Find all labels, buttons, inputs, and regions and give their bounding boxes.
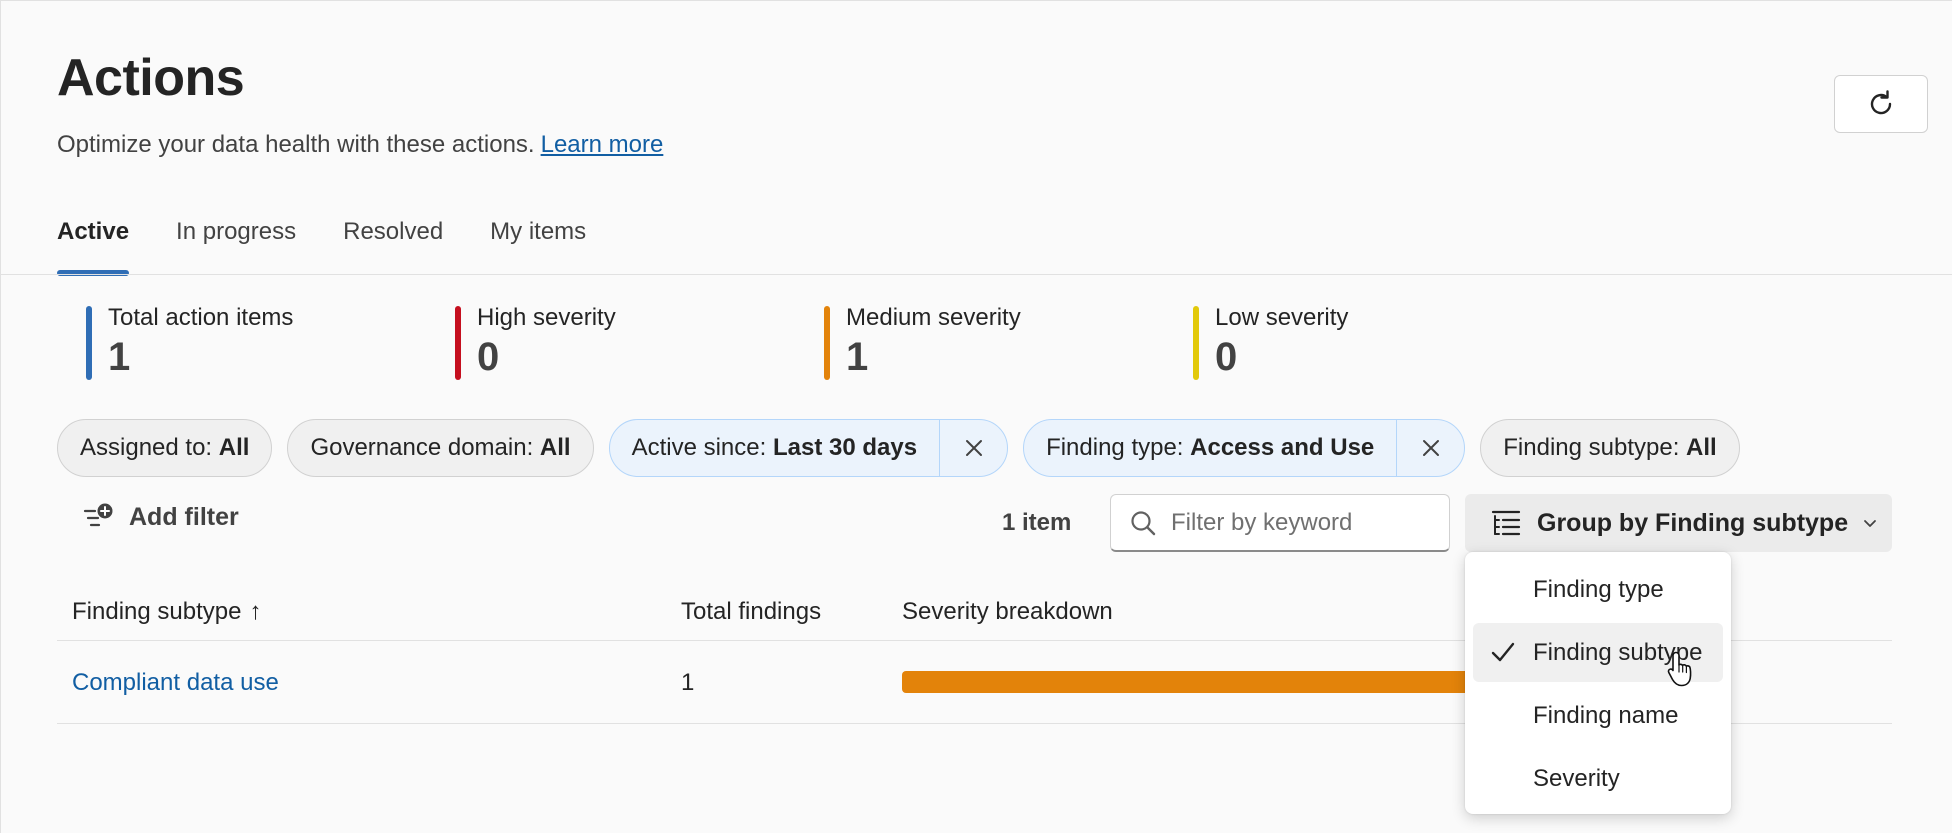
tab-list: Active In progress Resolved My items [57, 218, 633, 276]
stat-high-severity: High severity 0 [455, 304, 824, 380]
search-input[interactable] [1171, 508, 1431, 537]
menu-item-finding-type[interactable]: Finding type [1473, 560, 1723, 619]
learn-more-link[interactable]: Learn more [541, 131, 664, 158]
stat-bar [824, 306, 830, 380]
total-findings-cell: 1 [681, 669, 695, 696]
stat-label: Medium severity [846, 304, 1021, 331]
add-filter-label: Add filter [129, 502, 239, 531]
severity-bar-medium [902, 671, 1502, 693]
stat-label: Total action items [108, 304, 294, 331]
stat-total-action-items: Total action items 1 [86, 304, 455, 380]
refresh-icon [1870, 90, 1892, 115]
column-header-total-findings[interactable]: Total findings [681, 598, 821, 626]
stat-value: 1 [108, 335, 131, 379]
hand-pointer-cursor-icon [1667, 651, 1692, 687]
filter-text: Active since: Last 30 days [631, 434, 918, 461]
summary-stats: Total action items 1 High severity 0 Med… [86, 304, 1562, 380]
sort-ascending-icon: ↑ [249, 598, 262, 625]
subtitle-text: Optimize your data health with these act… [57, 131, 535, 158]
filter-finding-type[interactable]: Finding type: Access and Use [1023, 419, 1466, 477]
stat-bar [86, 306, 92, 380]
column-header-finding-subtype[interactable]: Finding subtype ↑ [72, 598, 261, 626]
page-subtitle: Optimize your data health with these act… [57, 131, 663, 159]
filter-text: Finding type: Access and Use [1046, 434, 1375, 461]
checkmark-icon [1491, 642, 1515, 662]
add-filter-icon [83, 503, 113, 527]
filter-finding-subtype[interactable]: Finding subtype: All [1480, 419, 1740, 477]
chevron-down-icon [1864, 520, 1877, 527]
filter-text: Governance domain: All [310, 434, 571, 461]
tabs-divider [0, 274, 1952, 275]
stat-low-severity: Low severity 0 [1193, 304, 1562, 380]
tab-active[interactable]: Active [57, 218, 130, 276]
stat-bar [1193, 306, 1199, 380]
remove-filter-button[interactable] [1396, 420, 1464, 476]
close-icon [1422, 440, 1439, 456]
refresh-button[interactable] [1834, 75, 1928, 133]
stat-value: 1 [846, 335, 869, 379]
tab-my-items[interactable]: My items [490, 218, 586, 274]
search-icon [1131, 510, 1156, 535]
page-title: Actions [57, 49, 245, 107]
add-filter-button[interactable]: Add filter [83, 502, 239, 532]
stat-medium-severity: Medium severity 1 [824, 304, 1193, 380]
close-icon [965, 440, 982, 456]
filter-active-since[interactable]: Active since: Last 30 days [608, 419, 1009, 477]
remove-filter-button[interactable] [939, 420, 1007, 476]
group-list-icon [1491, 510, 1521, 536]
group-by-label: Group by Finding subtype [1537, 508, 1849, 537]
filter-assigned-to[interactable]: Assigned to: All [57, 419, 273, 477]
menu-item-finding-name[interactable]: Finding name [1473, 686, 1723, 745]
finding-subtype-link[interactable]: Compliant data use [72, 669, 279, 697]
filter-pills: Assigned to: All Governance domain: All … [57, 419, 1755, 477]
filter-text: Finding subtype: All [1503, 434, 1717, 461]
stat-label: Low severity [1215, 304, 1349, 331]
tab-resolved[interactable]: Resolved [343, 218, 443, 274]
stat-value: 0 [1215, 335, 1238, 379]
filter-text: Assigned to: All [80, 434, 250, 461]
stat-value: 0 [477, 335, 500, 379]
filter-governance-domain[interactable]: Governance domain: All [287, 419, 594, 477]
keyword-search[interactable] [1110, 494, 1450, 552]
item-count: 1 item [1002, 509, 1072, 536]
tab-in-progress[interactable]: In progress [176, 218, 296, 274]
column-header-severity-breakdown[interactable]: Severity breakdown [902, 598, 1113, 626]
stat-bar [455, 306, 461, 380]
group-by-button[interactable]: Group by Finding subtype [1465, 494, 1892, 552]
menu-item-severity[interactable]: Severity [1473, 749, 1723, 808]
stat-label: High severity [477, 304, 616, 331]
